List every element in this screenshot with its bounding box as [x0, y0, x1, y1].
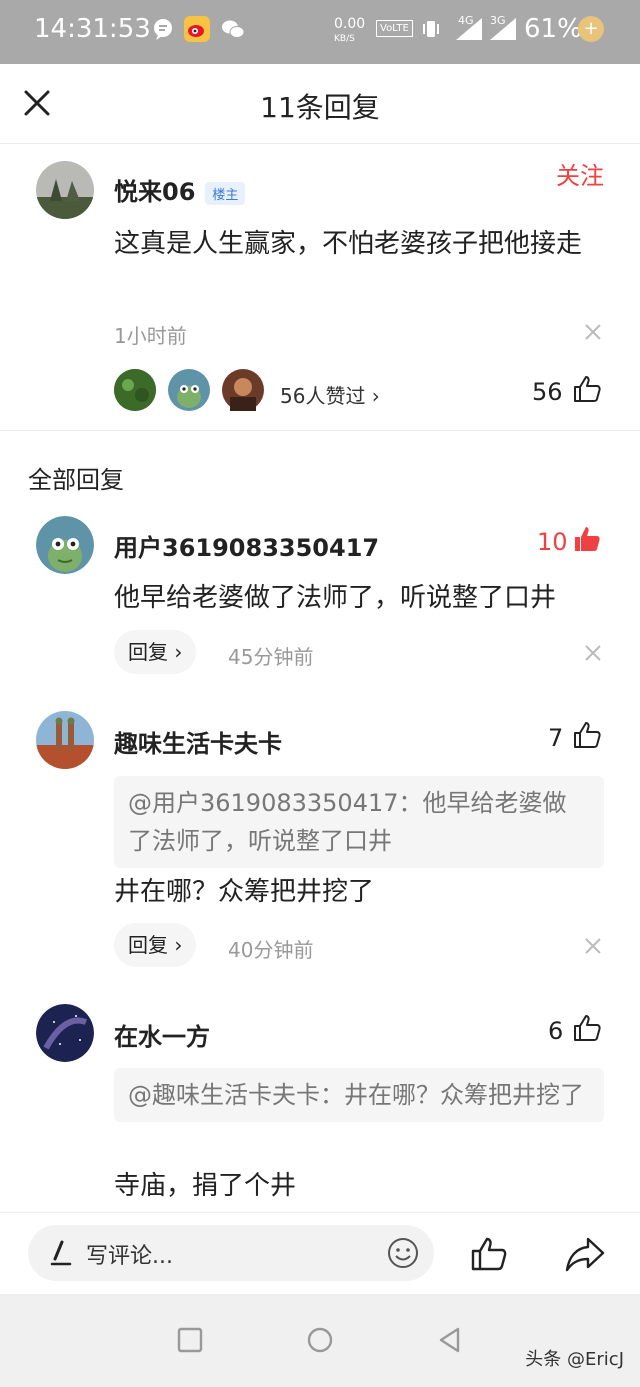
- liked-by-link[interactable]: 56人赞过 ›: [280, 380, 380, 409]
- recents-icon[interactable]: [176, 1326, 204, 1354]
- avatar[interactable]: [168, 369, 210, 411]
- comment-thread[interactable]: 悦来06 楼主 关注 这真是人生赢家，不怕老婆孩子把他接走 1小时前 56人赞过 …: [0, 144, 640, 1212]
- comment-input[interactable]: 写评论...: [28, 1225, 434, 1281]
- thumbs-up-icon[interactable]: [572, 1013, 602, 1043]
- back-icon[interactable]: [436, 1326, 464, 1354]
- comment-text: 他早给老婆做了法师了，听说整了口井: [114, 583, 557, 613]
- section-title: 全部回复: [28, 466, 124, 494]
- dismiss-icon[interactable]: [584, 323, 602, 341]
- comment-text: 井在哪？众筹把井挖了: [114, 877, 375, 907]
- comment-time: 1小时前: [114, 324, 187, 348]
- wechat-icon: [220, 16, 246, 42]
- avatar[interactable]: [36, 1004, 94, 1062]
- comment-time: 45分钟前: [228, 645, 314, 669]
- chat-bubble-icon: [150, 16, 176, 42]
- battery-level: 61%: [524, 14, 582, 44]
- dismiss-icon[interactable]: [584, 644, 602, 662]
- reply-button[interactable]: 回复 ›: [114, 923, 197, 967]
- quoted-comment[interactable]: @趣味生活卡夫卡：井在哪？众筹把井挖了: [114, 1068, 604, 1122]
- net-speed: 0.00 KB/S: [334, 16, 366, 44]
- author-name[interactable]: 悦来06 楼主: [114, 172, 246, 207]
- charging-icon: +: [578, 16, 604, 42]
- follow-button[interactable]: 关注: [556, 156, 604, 191]
- status-bar: 14:31:53 0.00 KB/S VoLTE 4G 3G 61% +: [0, 0, 640, 64]
- home-icon[interactable]: [306, 1326, 334, 1354]
- dismiss-icon[interactable]: [584, 937, 602, 955]
- avatar[interactable]: [114, 369, 156, 411]
- comment-placeholder: 写评论...: [86, 1244, 173, 1269]
- quoted-comment[interactable]: @用户3619083350417：他早给老婆做了法师了，听说整了口井: [114, 776, 604, 868]
- network-3g-label: 3G: [490, 14, 506, 27]
- avatar[interactable]: [222, 369, 264, 411]
- thumbs-up-icon[interactable]: [572, 374, 602, 404]
- author-name[interactable]: 在水一方: [114, 1017, 210, 1052]
- avatar[interactable]: [36, 711, 94, 769]
- volte-badge: VoLTE: [376, 20, 413, 37]
- avatar[interactable]: [36, 516, 94, 574]
- comment-text: 寺庙，捐了个井: [114, 1171, 297, 1201]
- comment-text: 这真是人生赢家，不怕老婆孩子把他接走: [114, 229, 583, 259]
- network-4g-label: 4G: [458, 14, 474, 27]
- weibo-icon: [184, 16, 210, 42]
- pen-icon: [50, 1240, 72, 1266]
- like-count: 6: [548, 1017, 564, 1045]
- vibrate-icon: [418, 16, 444, 42]
- comment-bar: 写评论...: [0, 1212, 640, 1294]
- like-count: 7: [548, 724, 564, 752]
- like-count: 56: [532, 378, 563, 406]
- author-name[interactable]: 趣味生活卡夫卡: [114, 724, 282, 759]
- thumbs-up-filled-icon[interactable]: [572, 524, 602, 554]
- like-icon[interactable]: [470, 1235, 508, 1273]
- watermark: 头条 @EricJ: [525, 1349, 624, 1370]
- system-nav-bar: 头条 @EricJ: [0, 1294, 640, 1387]
- avatar[interactable]: [36, 161, 94, 219]
- reply-button[interactable]: 回复 ›: [114, 630, 197, 674]
- thumbs-up-icon[interactable]: [572, 720, 602, 750]
- comment-time: 40分钟前: [228, 938, 314, 962]
- emoji-icon[interactable]: [386, 1236, 420, 1270]
- like-count: 10: [537, 528, 568, 556]
- op-badge: 楼主: [205, 181, 246, 205]
- author-name[interactable]: 用户3619083350417: [114, 528, 379, 563]
- divider: [0, 430, 640, 431]
- status-time: 14:31:53: [34, 14, 151, 44]
- reply-header: 11条回复: [0, 64, 640, 144]
- page-title: 11条回复: [260, 91, 380, 124]
- share-icon[interactable]: [564, 1235, 606, 1273]
